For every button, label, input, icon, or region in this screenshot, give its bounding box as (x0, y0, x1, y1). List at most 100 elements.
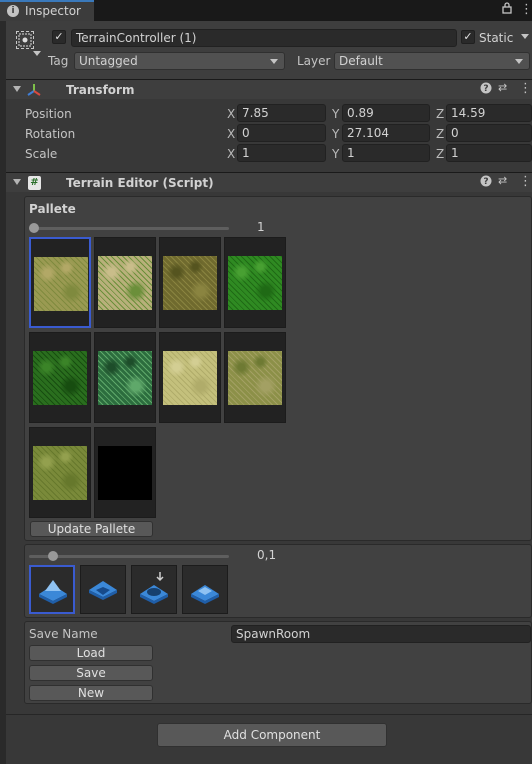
info-icon: i (7, 5, 19, 17)
transform-axes-icon (26, 82, 42, 101)
scale-z-field[interactable]: 1 (446, 144, 532, 162)
menu-kebab-icon[interactable]: ⋮ (520, 2, 532, 17)
rotation-z-field[interactable]: 0 (446, 124, 532, 142)
texture-swatch (163, 351, 217, 405)
svg-text:?: ? (483, 84, 488, 94)
save-name-field[interactable]: SpawnRoom (231, 625, 531, 643)
help-icon[interactable]: ? (480, 82, 492, 97)
axis-y-label: Y (332, 147, 340, 161)
preset-icon[interactable]: ⇄ (498, 81, 507, 94)
axis-y-label: Y (332, 107, 340, 121)
tab-inspector[interactable]: i Inspector (0, 0, 94, 21)
static-label: Static (479, 31, 514, 45)
texture-swatch (33, 351, 87, 405)
slider-knob[interactable] (48, 551, 58, 561)
tab-bar: i Inspector ⋮ (0, 0, 532, 21)
left-edge (0, 21, 6, 764)
slider-track (29, 555, 229, 558)
position-z-field[interactable]: 14.59 (446, 104, 532, 122)
tool-button-3[interactable] (131, 565, 177, 614)
position-label: Position (25, 107, 72, 121)
texture-tile-dirt-path-grass[interactable] (94, 237, 156, 328)
axis-z-label: Z (436, 107, 445, 121)
texture-tile-olive-grass[interactable] (29, 427, 91, 518)
brush-panel: 0,1 (24, 544, 532, 618)
axis-z-label: Z (436, 127, 445, 141)
texture-tile-grass-dirt[interactable] (29, 237, 91, 328)
texture-tile-dense-grass[interactable] (29, 332, 91, 423)
transform-header[interactable]: Transform ? ⇄ ⋮ (6, 79, 532, 99)
slider-knob[interactable] (29, 223, 39, 233)
static-checkbox[interactable]: ✓ (461, 30, 475, 44)
brush-size-slider[interactable] (29, 551, 229, 561)
axis-x-label: X (227, 127, 236, 141)
axis-z-label: Z (436, 147, 445, 161)
tab-label: Inspector (25, 4, 81, 18)
tag-dropdown[interactable]: Untagged (74, 52, 285, 70)
script-icon: # (28, 176, 41, 190)
load-button[interactable]: Load (29, 645, 153, 661)
divider (6, 714, 532, 715)
texture-swatch (98, 446, 152, 500)
transform-body: Position Rotation Scale X 7.85 Y 0.89 Z … (6, 100, 532, 172)
layer-dropdown[interactable]: Default (334, 52, 530, 70)
texture-tile-stone-grass[interactable] (224, 332, 286, 423)
component-menu-icon[interactable]: ⋮ (519, 81, 532, 96)
position-x-field[interactable]: 7.85 (237, 104, 326, 122)
position-y-field[interactable]: 0.89 (342, 104, 430, 122)
scale-x-field[interactable]: 1 (237, 144, 326, 162)
brush-tools (29, 565, 239, 615)
pallete-slider[interactable] (29, 223, 229, 233)
preset-icon[interactable]: ⇄ (498, 174, 507, 187)
texture-swatch (98, 256, 152, 310)
foldout-arrow-icon[interactable] (13, 86, 21, 92)
save-panel: Save Name SpawnRoom Load Save New (24, 621, 532, 704)
texture-tile-light-sand[interactable] (159, 332, 221, 423)
stamp-terrain-icon (140, 572, 168, 604)
brush-slider-value: 0,1 (257, 548, 277, 562)
save-button[interactable]: Save (29, 665, 153, 681)
pallete-slider-value: 1 (257, 220, 265, 234)
rotation-y-field[interactable]: 27.104 (342, 124, 430, 142)
raise-terrain-icon (39, 580, 67, 604)
help-icon[interactable]: ? (480, 175, 492, 190)
axis-x-label: X (227, 147, 236, 161)
lower-terrain-icon (89, 581, 117, 600)
rotation-x-field[interactable]: 0 (237, 124, 326, 142)
icon-dropdown-arrow-icon[interactable] (33, 51, 41, 56)
tool-button-2[interactable] (80, 565, 126, 614)
component-menu-icon[interactable]: ⋮ (519, 174, 532, 189)
svg-text:?: ? (483, 177, 488, 187)
texture-tile-black[interactable] (94, 427, 156, 518)
texture-grid (29, 237, 329, 518)
texture-swatch (34, 257, 88, 311)
texture-tile-dark-moss[interactable] (159, 237, 221, 328)
texture-tile-ornate-grass[interactable] (94, 332, 156, 423)
static-dropdown-arrow-icon[interactable] (521, 34, 529, 39)
foldout-arrow-icon[interactable] (13, 179, 21, 185)
scale-y-field[interactable]: 1 (342, 144, 430, 162)
gameobject-icon[interactable] (16, 31, 34, 49)
tool-button-1[interactable] (29, 565, 75, 614)
slider-track (29, 227, 229, 230)
terrain-editor-header[interactable]: # Terrain Editor (Script) ? ⇄ ⋮ (6, 172, 532, 192)
axis-x-label: X (227, 107, 236, 121)
add-component-button[interactable]: Add Component (157, 723, 387, 747)
update-pallete-button[interactable]: Update Pallete (30, 521, 153, 537)
texture-tile-green-grass[interactable] (224, 237, 286, 328)
active-checkbox[interactable]: ✓ (52, 30, 66, 44)
texture-swatch (163, 256, 217, 310)
new-button[interactable]: New (29, 685, 153, 701)
pallete-label: Pallete (29, 202, 76, 216)
rotation-label: Rotation (25, 127, 76, 141)
texture-swatch (228, 256, 282, 310)
flatten-terrain-icon (191, 585, 219, 604)
tool-button-4[interactable] (182, 565, 228, 614)
transform-title: Transform (66, 83, 135, 97)
tag-label: Tag (48, 54, 69, 68)
lock-icon[interactable] (502, 2, 512, 17)
object-name-field[interactable]: TerrainController (1) (71, 29, 457, 47)
texture-swatch (98, 351, 152, 405)
texture-swatch (228, 351, 282, 405)
texture-swatch (33, 446, 87, 500)
